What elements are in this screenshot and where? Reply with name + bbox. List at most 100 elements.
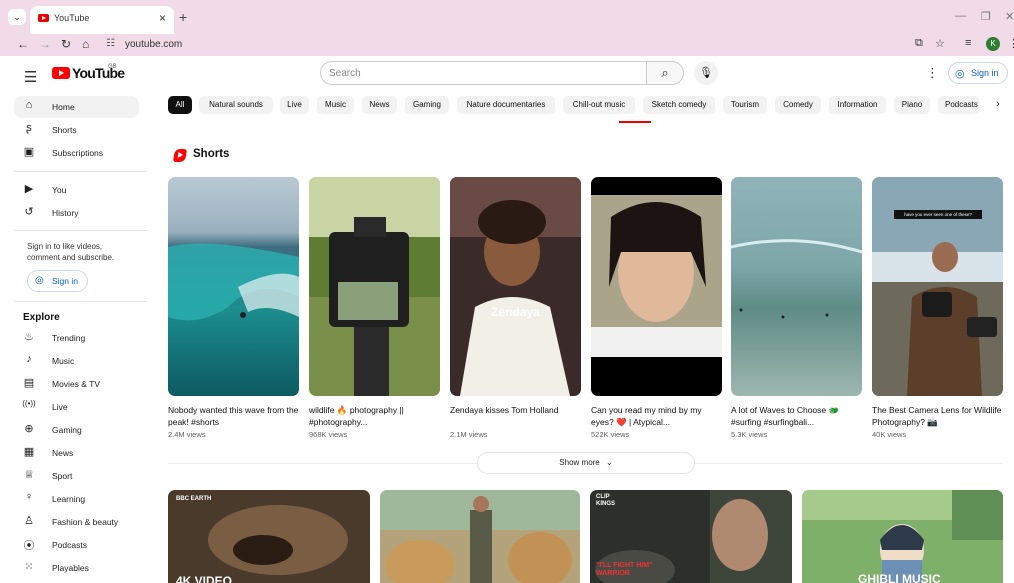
show-more-button[interactable]: Show more ⌄: [477, 452, 695, 474]
short-title[interactable]: The Best Camera Lens for Wildlife Photog…: [872, 404, 1003, 428]
learning-icon: ♀: [24, 491, 34, 503]
chip-gaming[interactable]: Gaming: [405, 96, 449, 114]
shorts-icon: ʂ: [26, 122, 32, 134]
sidebar-item-label: Podcasts: [52, 540, 87, 550]
sidebar-item-home[interactable]: ⌂ Home: [14, 96, 139, 118]
short-title[interactable]: Nobody wanted this wave from the peak! #…: [168, 404, 299, 428]
short-thumbnail[interactable]: [731, 177, 862, 396]
sidebar-item-subscriptions[interactable]: ▣ Subscriptions: [14, 142, 139, 164]
short-thumbnail[interactable]: have you ever seen one of these?: [872, 177, 1003, 396]
address-bar[interactable]: ☷ youtube.com: [100, 36, 900, 54]
short-thumbnail[interactable]: [591, 177, 722, 396]
sidebar-item-fashion[interactable]: ♙ Fashion & beauty: [14, 511, 139, 533]
chip-live[interactable]: Live: [280, 96, 309, 114]
bookmark-star-icon[interactable]: ☆: [935, 37, 945, 50]
scroll-indicator: [619, 121, 651, 123]
tab-search-icon[interactable]: ⌄: [8, 9, 26, 25]
back-icon[interactable]: ←: [17, 37, 29, 51]
close-window-icon[interactable]: ✕: [1005, 10, 1014, 23]
site-info-icon[interactable]: ☷: [106, 38, 115, 49]
chip-piano[interactable]: Piano: [894, 96, 930, 114]
search-button[interactable]: ⌕: [646, 61, 684, 85]
sidebar-item-gaming[interactable]: ⊕ Gaming: [14, 419, 139, 441]
new-tab-icon[interactable]: +: [179, 9, 187, 25]
browser-tab[interactable]: YouTube ×: [30, 6, 174, 34]
chip-sketch-comedy[interactable]: Sketch comedy: [643, 96, 715, 114]
short-thumbnail[interactable]: [309, 177, 440, 396]
video-thumbnail[interactable]: CLIP KINGS "I'LL FIGHT HIM" WARRIOR: [590, 490, 792, 583]
guide-menu-icon[interactable]: ☰: [24, 68, 37, 86]
sidebar-item-playables[interactable]: ⁙ Playables: [14, 557, 139, 579]
browser-menu-icon[interactable]: ⋮: [1008, 37, 1014, 50]
short-title[interactable]: Zendaya kisses Tom Holland: [450, 404, 581, 416]
chip-news[interactable]: News: [362, 96, 397, 114]
sidebar-item-you[interactable]: ▶ You: [14, 179, 139, 201]
short-views: 522K views: [591, 430, 630, 439]
video-overlay-text: GHIBLI MUSIC: [858, 572, 941, 583]
camera-thumbnail-image: [309, 177, 440, 396]
sign-in-label: Sign in: [971, 68, 999, 78]
chip-chill-out-music[interactable]: Chill-out music: [563, 96, 635, 114]
video-thumbnail[interactable]: [380, 490, 580, 583]
chip-music[interactable]: Music: [317, 96, 354, 114]
sidebar-divider: [14, 171, 147, 172]
video-thumbnail[interactable]: BBC EARTH 4K VIDEO: [168, 490, 370, 583]
chip-natural-sounds[interactable]: Natural sounds: [199, 96, 273, 114]
voice-search-button[interactable]: 🎙: [694, 61, 718, 85]
gaming-icon: ⊕: [24, 423, 34, 435]
sidebar-item-news[interactable]: ▦ News: [14, 442, 139, 464]
sign-in-button[interactable]: ◎ Sign in: [948, 62, 1008, 84]
shorts-heading: Shorts: [193, 148, 230, 160]
sidebar-sign-in-button[interactable]: ◎ Sign in: [27, 270, 88, 292]
settings-menu-icon[interactable]: ⋮: [926, 65, 939, 81]
chip-tourism[interactable]: Tourism: [723, 96, 767, 114]
sidebar-item-music[interactable]: ♪ Music: [14, 350, 139, 372]
subscriptions-icon: ▣: [23, 146, 35, 158]
media-controls-icon[interactable]: ≡: [965, 37, 971, 49]
home-browser-icon[interactable]: ⌂: [82, 37, 89, 51]
news-icon: ▦: [23, 446, 35, 458]
short-thumbnail[interactable]: [168, 177, 299, 396]
search-box[interactable]: [320, 61, 647, 85]
short-thumbnail[interactable]: Zendaya: [450, 177, 581, 396]
chevron-right-icon[interactable]: ›: [996, 98, 1000, 110]
sidebar-item-learning[interactable]: ♀ Learning: [14, 488, 139, 510]
shorts-logo-icon: [172, 149, 188, 162]
chip-nature-documentaries[interactable]: Nature documentaries: [457, 96, 555, 114]
url-text: youtube.com: [125, 39, 183, 50]
chip-comedy[interactable]: Comedy: [775, 96, 821, 114]
video-thumbnail[interactable]: GHIBLI MUSIC: [802, 490, 1003, 583]
sidebar-item-label: Shorts: [52, 125, 77, 135]
tab-close-icon[interactable]: ×: [159, 11, 166, 25]
sidebar-item-history[interactable]: ↺ History: [14, 202, 139, 224]
chip-podcasts[interactable]: Podcasts: [938, 96, 979, 114]
profile-avatar[interactable]: K: [986, 37, 1000, 51]
sidebar-item-sport[interactable]: ♕ Sport: [14, 465, 139, 487]
forward-icon[interactable]: →: [39, 37, 51, 51]
sidebar-item-podcasts[interactable]: ⦿ Podcasts: [14, 534, 139, 556]
cast-icon[interactable]: ⧉: [915, 37, 923, 50]
country-code: GB: [108, 64, 117, 70]
short-title[interactable]: wildlife 🔥 photography || #photography..…: [309, 404, 440, 428]
sidebar-item-trending[interactable]: ♨ Trending: [14, 327, 139, 349]
chip-all[interactable]: All: [168, 96, 192, 114]
minimize-icon[interactable]: —: [955, 10, 966, 22]
sidebar-item-live[interactable]: ((•)) Live: [14, 396, 139, 418]
show-more-label: Show more: [559, 458, 600, 467]
sidebar-item-movies[interactable]: ▤ Movies & TV: [14, 373, 139, 395]
restore-icon[interactable]: ❐: [981, 10, 991, 23]
ants-thumbnail-image: [168, 490, 370, 583]
sidebar-item-label: Gaming: [52, 425, 82, 435]
short-title[interactable]: A lot of Waves to Choose 🐲 #surfing #sur…: [731, 404, 862, 428]
podcasts-icon: ⦿: [23, 540, 35, 552]
chip-information[interactable]: Information: [829, 96, 886, 114]
reload-icon[interactable]: ↻: [61, 37, 71, 51]
chevron-down-icon: ⌄: [606, 458, 613, 467]
video-overlay-text: CLIP KINGS: [596, 494, 616, 507]
sidebar-item-shorts[interactable]: ʂ Shorts: [14, 119, 139, 141]
sidebar-item-label: Playables: [52, 563, 89, 573]
short-title[interactable]: Can you read my mind by my eyes? ❤️ | At…: [591, 404, 722, 428]
sidebar-item-label: News: [52, 448, 74, 458]
sport-icon: ♕: [24, 469, 34, 481]
search-input[interactable]: [329, 65, 629, 81]
